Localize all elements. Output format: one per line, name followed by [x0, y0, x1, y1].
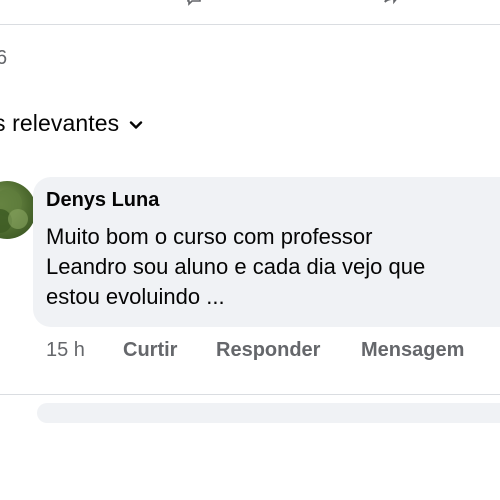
comment-author-name[interactable]: Denys Luna — [46, 189, 159, 212]
comment-icon[interactable] — [186, 0, 202, 6]
comment-text-line: Leandro sou aluno e cada dia vejo que — [46, 254, 426, 279]
reaction-count[interactable]: 6 — [0, 47, 7, 70]
facebook-post-comments: 6 s relevantes Denys Luna Muito bom o cu… — [0, 0, 500, 500]
comment-text-line: estou evoluindo ... — [46, 284, 225, 309]
reply-button[interactable]: Responder — [216, 339, 320, 362]
comment-text-line: Muito bom o curso com professor — [46, 224, 373, 249]
message-button[interactable]: Mensagem — [361, 339, 464, 362]
comment-timestamp[interactable]: 15 h — [46, 339, 85, 362]
post-action-bar — [0, 0, 500, 24]
avatar[interactable] — [0, 181, 36, 239]
share-icon[interactable] — [383, 0, 399, 6]
comment-text: Muito bom o curso com professor Leandro … — [46, 222, 496, 312]
next-comment-bubble[interactable] — [37, 403, 500, 423]
chevron-down-icon — [130, 120, 143, 129]
comment-sort-dropdown[interactable]: s relevantes — [0, 110, 143, 137]
comment-sort-label: s relevantes — [0, 110, 120, 136]
like-button[interactable]: Curtir — [123, 339, 177, 362]
divider — [0, 394, 500, 395]
divider — [0, 24, 500, 25]
